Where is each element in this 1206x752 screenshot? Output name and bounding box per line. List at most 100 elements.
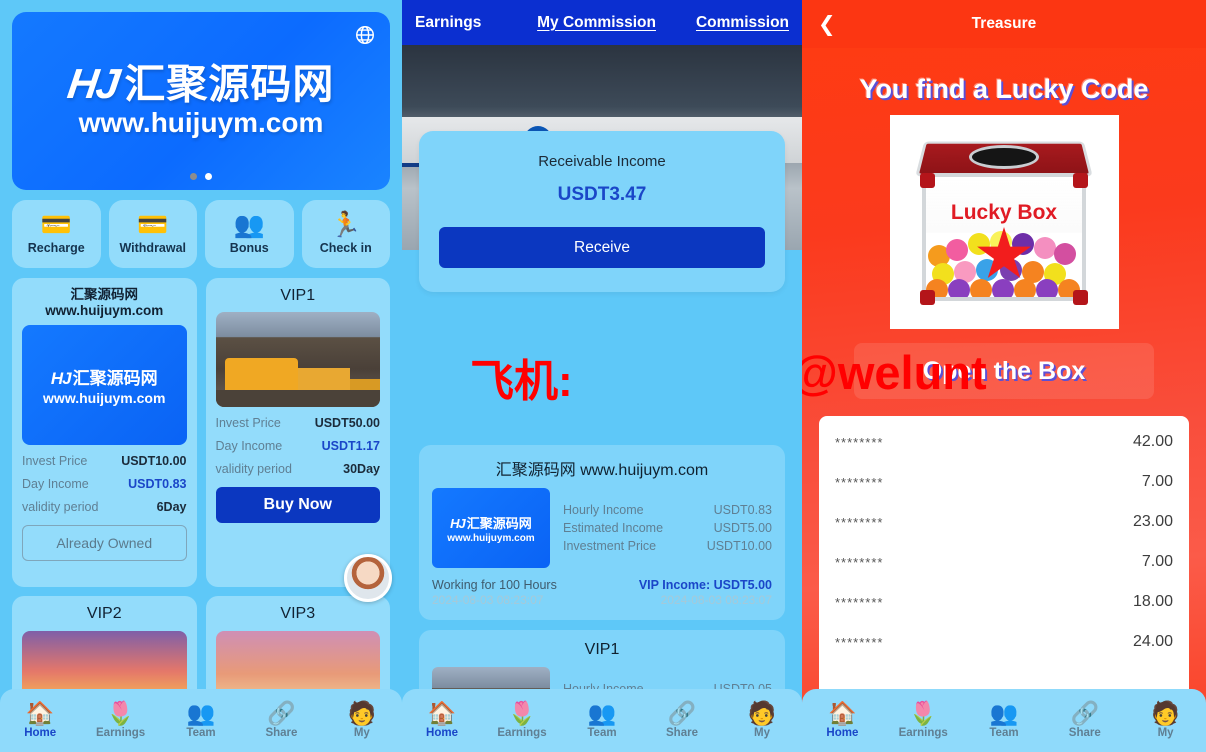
brand-url-text: www.huijuym.com: [43, 390, 166, 407]
nav-item-home[interactable]: 🏠 Home: [0, 702, 80, 740]
carousel-dot-active[interactable]: [205, 173, 212, 180]
quick-action-bonus[interactable]: 👥 Bonus: [205, 200, 294, 268]
kv-value: USDT0.83: [713, 503, 772, 517]
nav-item-my[interactable]: 🧑 My: [322, 700, 402, 740]
chevron-left-icon[interactable]: ❮: [818, 14, 836, 35]
nav-item-team[interactable]: 👥 Team: [562, 700, 642, 740]
box-body: Lucky Box: [922, 173, 1086, 301]
user-profile-icon: 🧑: [1151, 700, 1180, 726]
nav-label: Earnings: [497, 727, 547, 739]
quick-action-checkin[interactable]: 🏃 Check in: [301, 200, 390, 268]
globe-icon[interactable]: [354, 24, 376, 46]
record-user: ********: [835, 554, 884, 570]
team-people-icon: 👥: [186, 700, 216, 726]
customer-service-avatar[interactable]: [344, 554, 392, 602]
timestamp-end: 2024-08-03 08:23:07: [660, 593, 772, 607]
banner-logo-hj: HJ: [64, 60, 121, 107]
nav-item-share[interactable]: 🔗 Share: [1044, 700, 1125, 740]
treasure-screen: ❮ Treasure You find a Lucky Code Lucky B…: [802, 0, 1206, 752]
tab-my-commission[interactable]: My Commission: [537, 14, 656, 32]
runner-checkin-icon: 🏃: [330, 211, 362, 239]
nav-item-home[interactable]: 🏠 Home: [402, 700, 482, 740]
vip-row-invest-price: Invest Price USDT50.00: [216, 416, 381, 430]
receivable-amount: USDT3.47: [557, 184, 647, 205]
already-owned-button[interactable]: Already Owned: [22, 525, 187, 562]
user-profile-icon: 🧑: [747, 700, 777, 726]
nav-label: My: [754, 727, 770, 739]
tab-commission[interactable]: Commission: [696, 14, 789, 32]
nav-item-earnings[interactable]: 🌷 Earnings: [883, 702, 964, 740]
record-user: ********: [835, 594, 884, 610]
nav-label: Home: [426, 727, 458, 739]
nav-item-team[interactable]: 👥 Team: [964, 702, 1045, 740]
record-amount: 24.00: [1132, 633, 1173, 650]
vip-card-title-url: www.huijuym.com: [45, 302, 164, 318]
earnings-card-kv: Hourly Income USDT0.83 Estimated Income …: [563, 488, 772, 568]
kv-value: USDT10.00: [706, 539, 772, 553]
vip-row-invest-price: Invest Price USDT10.00: [22, 454, 187, 468]
vip-card-title-cn: 汇聚源码网: [70, 287, 139, 302]
buy-now-button[interactable]: Buy Now: [215, 487, 380, 524]
nav-label: Team: [989, 727, 1019, 739]
row-key: validity period: [215, 462, 292, 477]
carousel-dot[interactable]: [190, 173, 197, 180]
nav-label: My: [1157, 727, 1174, 739]
record-user: ********: [835, 634, 884, 650]
nav-label: Home: [24, 727, 57, 739]
banner-url: www.huijuym.com: [78, 107, 324, 138]
card-dollar-icon: 💳: [137, 211, 169, 239]
table-row: ******** 42.00: [835, 422, 1173, 462]
open-the-box-button[interactable]: Open the Box: [854, 343, 1154, 399]
vip-card-title: 汇聚源码网 www.huijuym.com: [22, 287, 187, 318]
nav-item-earnings[interactable]: 🌷 Earnings: [482, 702, 562, 740]
nav-item-home[interactable]: 🏠 Home: [802, 702, 883, 740]
brand-cn-text: 汇聚源码网: [72, 369, 158, 389]
row-value: USDT0.83: [128, 477, 187, 492]
nav-label: Team: [186, 727, 216, 739]
nav-item-share[interactable]: 🔗 Share: [241, 702, 321, 740]
carousel-dots[interactable]: [190, 173, 212, 180]
receivable-label: Receivable Income: [538, 153, 666, 170]
table-row: ******** 7.00: [835, 462, 1173, 502]
row-value: USDT10.00: [121, 454, 187, 469]
quick-action-label: Withdrawal: [119, 241, 187, 255]
home-banner-carousel[interactable]: HJ 汇聚源码网 www.huijuym.com: [12, 12, 390, 190]
earnings-card-brand[interactable]: 汇聚源码网 www.huijuym.com HJ 汇聚源码网 www.huijuy…: [419, 445, 785, 620]
receive-button[interactable]: Receive: [439, 227, 765, 268]
home-icon: 🏠: [427, 700, 457, 726]
nav-label: Share: [265, 727, 298, 739]
table-row: ******** 18.00: [835, 582, 1173, 622]
table-row: ******** 24.00: [835, 622, 1173, 662]
record-amount: 7.00: [1141, 473, 1173, 490]
tab-earnings[interactable]: Earnings: [415, 14, 481, 32]
nav-item-team[interactable]: 👥 Team: [161, 700, 241, 740]
record-amount: 42.00: [1132, 433, 1173, 450]
kv-investment-price: Investment Price USDT10.00: [563, 539, 772, 553]
team-people-icon: 👥: [587, 700, 617, 726]
nav-item-my[interactable]: 🧑 My: [1125, 700, 1206, 740]
bottom-nav-treasure: 🏠 Home 🌷 Earnings 👥 Team 🔗 Share 🧑 My: [802, 689, 1206, 752]
vip-card-owned[interactable]: 汇聚源码网 www.huijuym.com HJ 汇聚源码网 www.huijuy…: [12, 278, 197, 588]
share-nodes-icon: 🔗: [1070, 700, 1100, 726]
treasure-header: ❮ Treasure: [802, 0, 1206, 48]
vip-row-day-income: Day Income USDT0.83: [22, 477, 187, 491]
vip-card-title: VIP2: [86, 605, 122, 623]
nav-label: Earnings: [96, 727, 146, 739]
table-row: ******** 23.00: [835, 502, 1173, 542]
user-profile-icon: 🧑: [347, 700, 377, 726]
nav-label: Home: [826, 727, 859, 739]
earnings-card-timestamps: 2024-08-03 08:23:07 2024-08-03 08:23:07: [432, 593, 772, 607]
quick-action-recharge[interactable]: 💳 Recharge: [12, 200, 101, 268]
vip-card-vip1[interactable]: VIP1 Invest Price USDT50.00 Day Income U…: [205, 278, 390, 588]
record-amount: 23.00: [1132, 513, 1173, 530]
kv-key: Estimated Income: [563, 521, 664, 535]
quick-action-label: Recharge: [27, 241, 85, 255]
nav-item-my[interactable]: 🧑 My: [722, 700, 802, 740]
row-key: Day Income: [22, 477, 89, 492]
nav-item-earnings[interactable]: 🌷 Earnings: [80, 702, 160, 740]
record-user: ********: [835, 474, 884, 490]
row-key: Invest Price: [22, 454, 88, 469]
nav-item-share[interactable]: 🔗 Share: [642, 702, 722, 740]
quick-action-withdrawal[interactable]: 💳 Withdrawal: [108, 200, 197, 268]
watermark-plane: 飞机:: [470, 357, 573, 406]
